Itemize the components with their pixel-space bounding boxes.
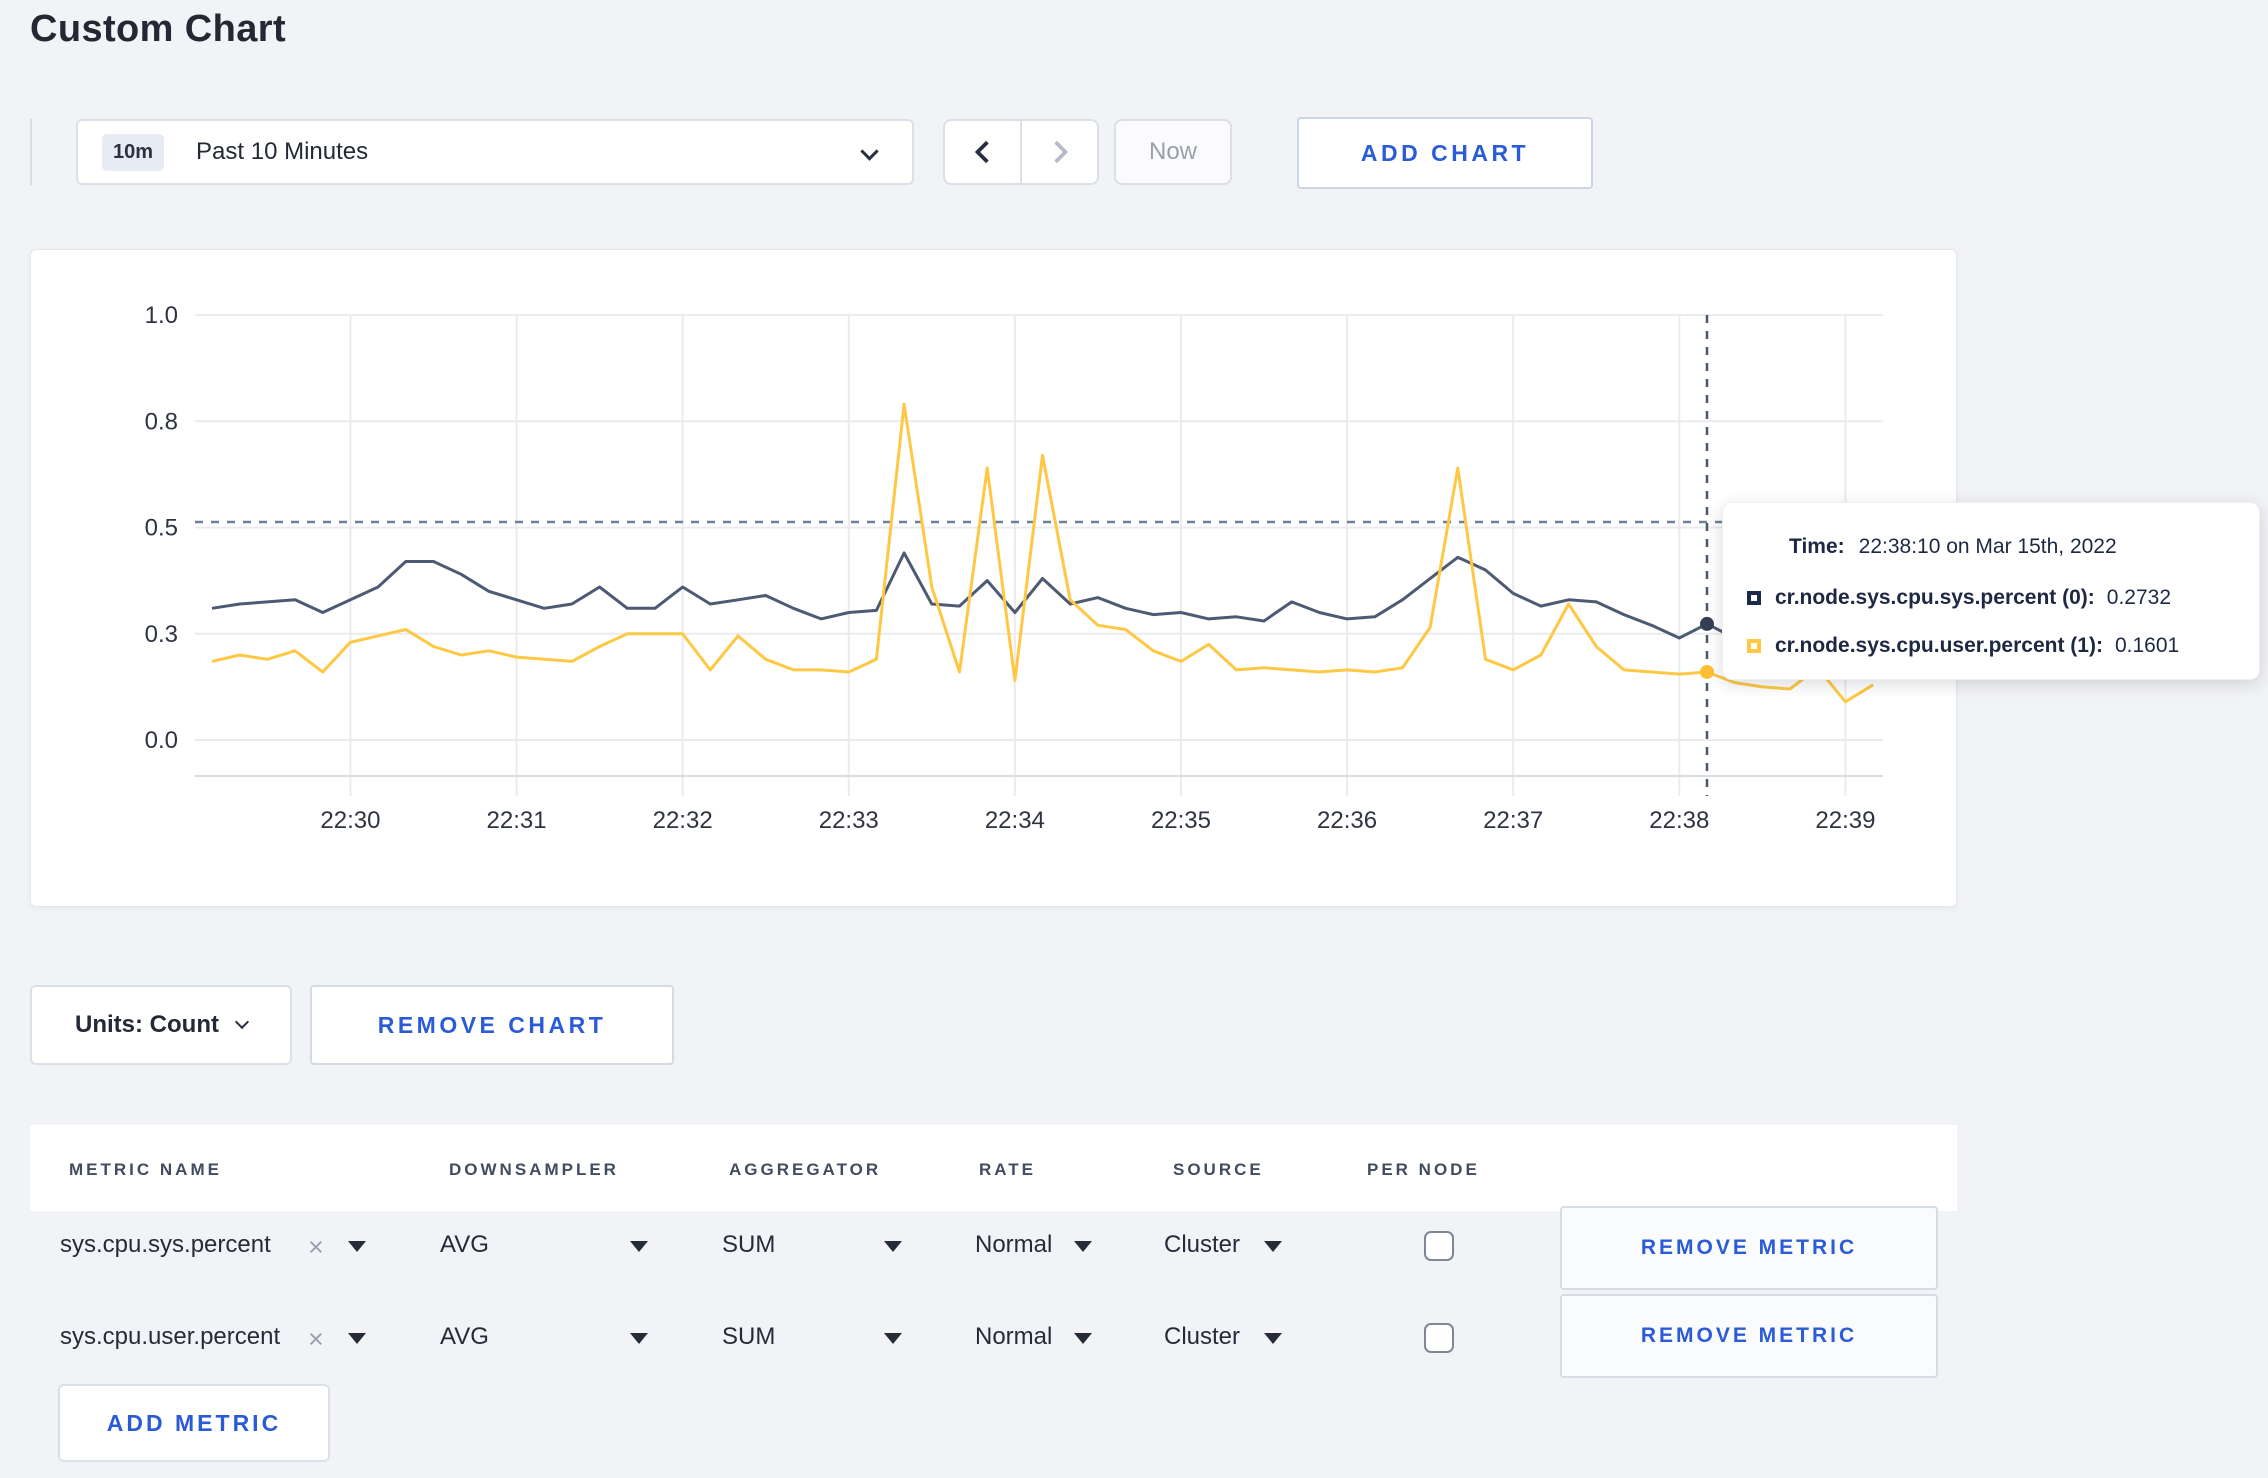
col-header-metric-name: METRIC NAME (69, 1160, 222, 1179)
time-window-label: Past 10 Minutes (196, 138, 369, 165)
tooltip-time-value: 22:38:10 on Mar 15th, 2022 (1858, 535, 2117, 558)
col-header-source: SOURCE (1173, 1160, 1264, 1179)
chevron-down-icon[interactable] (348, 1333, 366, 1344)
chevron-down-icon[interactable] (1264, 1333, 1282, 1344)
prev-time-button[interactable] (945, 121, 1022, 183)
tooltip-series-value: 0.1601 (2114, 634, 2180, 657)
tooltip-series-value: 0.2732 (2106, 586, 2172, 609)
remove-metric-button[interactable]: REMOVE METRIC (1560, 1294, 1938, 1378)
custom-chart-page: Custom Chart 10m Past 10 Minutes Now ADD… (0, 0, 2268, 1478)
add-chart-button[interactable]: ADD CHART (1297, 117, 1593, 189)
chevron-down-icon[interactable] (630, 1333, 648, 1344)
chart-card[interactable] (30, 249, 1957, 907)
page-title: Custom Chart (30, 8, 287, 50)
col-header-rate: RATE (979, 1160, 1037, 1179)
units-select[interactable]: Units: Count (30, 985, 292, 1065)
downsampler-select[interactable]: AVG (440, 1231, 489, 1259)
source-select[interactable]: Cluster (1164, 1323, 1240, 1351)
tooltip-series-row: cr.node.sys.cpu.user.percent (1): 0.1601 (1747, 634, 2179, 658)
per-node-checkbox[interactable] (1424, 1231, 1454, 1261)
rate-select[interactable]: Normal (975, 1231, 1052, 1259)
add-metric-button[interactable]: ADD METRIC (58, 1384, 330, 1462)
clear-metric-icon[interactable]: × (308, 1326, 324, 1353)
tooltip-time: Time: 22:38:10 on Mar 15th, 2022 (1789, 535, 2117, 559)
units-label: Units: Count (75, 1011, 219, 1038)
chart-tooltip: Time: 22:38:10 on Mar 15th, 2022 cr.node.… (1722, 502, 2260, 680)
metric-name-select[interactable]: sys.cpu.sys.percent (60, 1231, 271, 1259)
series-swatch-icon (1747, 639, 1761, 653)
series-swatch-icon (1747, 591, 1761, 605)
chevron-down-icon[interactable] (1074, 1241, 1092, 1252)
chevron-right-icon (1045, 140, 1068, 164)
chevron-down-icon[interactable] (630, 1241, 648, 1252)
metric-name-select[interactable]: sys.cpu.user.percent (60, 1323, 280, 1351)
clear-metric-icon[interactable]: × (308, 1234, 324, 1261)
col-header-downsampler: DOWNSAMPLER (449, 1160, 619, 1179)
tooltip-time-label: Time: (1789, 535, 1845, 558)
tooltip-series-name: cr.node.sys.cpu.sys.percent (0): (1775, 586, 2095, 609)
now-button[interactable]: Now (1114, 119, 1232, 185)
next-time-button[interactable] (1022, 121, 1097, 183)
chevron-down-icon[interactable] (1264, 1241, 1282, 1252)
time-nav-group (943, 119, 1099, 185)
downsampler-select[interactable]: AVG (440, 1323, 489, 1351)
col-header-per-node: PER NODE (1367, 1160, 1480, 1179)
rate-select[interactable]: Normal (975, 1323, 1052, 1351)
chevron-down-icon[interactable] (884, 1241, 902, 1252)
time-window-select[interactable]: 10m Past 10 Minutes (76, 119, 914, 185)
tooltip-series-row: cr.node.sys.cpu.sys.percent (0): 0.2732 (1747, 586, 2171, 610)
chevron-down-icon[interactable] (884, 1333, 902, 1344)
chevron-left-icon (974, 140, 997, 164)
chevron-down-icon[interactable] (1074, 1333, 1092, 1344)
col-header-aggregator: AGGREGATOR (729, 1160, 882, 1179)
chevron-down-icon (234, 1014, 250, 1030)
time-window-badge: 10m (102, 133, 165, 171)
remove-chart-button[interactable]: REMOVE CHART (310, 985, 674, 1065)
tooltip-series-name: cr.node.sys.cpu.user.percent (1): (1775, 634, 2103, 657)
per-node-checkbox[interactable] (1424, 1323, 1454, 1353)
remove-metric-button[interactable]: REMOVE METRIC (1560, 1206, 1938, 1290)
aggregator-select[interactable]: SUM (722, 1323, 775, 1351)
toolbar-divider (30, 119, 32, 185)
chevron-down-icon[interactable] (348, 1241, 366, 1252)
source-select[interactable]: Cluster (1164, 1231, 1240, 1259)
metrics-table-header: METRIC NAME DOWNSAMPLER AGGREGATOR RATE … (30, 1125, 1957, 1211)
aggregator-select[interactable]: SUM (722, 1231, 775, 1259)
chevron-down-icon (860, 142, 879, 161)
